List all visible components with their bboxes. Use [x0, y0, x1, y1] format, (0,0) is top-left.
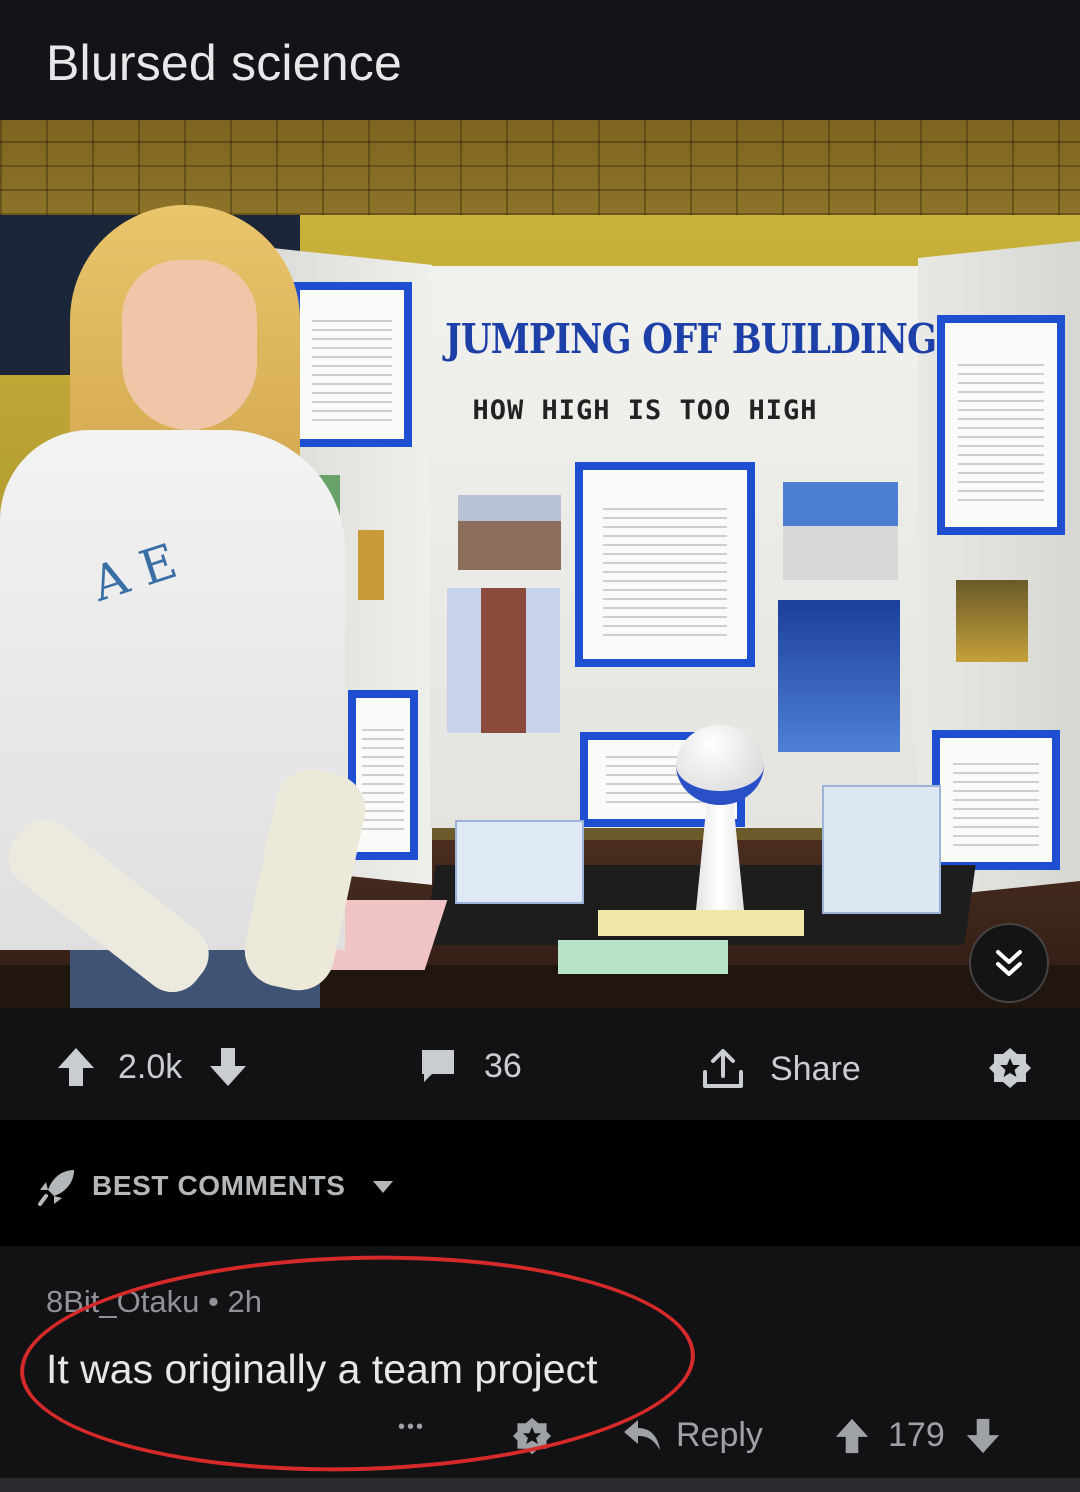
- board-subtitle: HOW HIGH IS TOO HIGH: [472, 395, 818, 426]
- sort-label: BEST COMMENTS: [92, 1170, 346, 1201]
- post-title[interactable]: Blursed science: [46, 34, 402, 92]
- jumper-photo: [783, 482, 898, 580]
- comments-button[interactable]: 36: [418, 1046, 522, 1086]
- downvote-arrow-icon[interactable]: [208, 1046, 248, 1088]
- girl-with-casts: A E: [0, 160, 372, 1008]
- award-button[interactable]: [988, 1046, 1032, 1090]
- comment-meta: 8Bit_Otaku • 2h: [46, 1284, 262, 1320]
- award-icon: [512, 1416, 552, 1456]
- reply-button[interactable]: Reply: [622, 1416, 763, 1455]
- award-icon: [988, 1046, 1032, 1090]
- post-score: 2.0k: [118, 1047, 183, 1086]
- right-panel-frame-top: [937, 315, 1065, 535]
- post-header: Blursed science: [0, 0, 1080, 120]
- green-note: [558, 940, 728, 974]
- tower-photo: [447, 588, 560, 733]
- comment-award-button[interactable]: [512, 1416, 552, 1456]
- share-label: Share: [770, 1049, 861, 1088]
- reply-arrow-icon: [622, 1418, 662, 1454]
- rocket-icon: [36, 1166, 78, 1208]
- comment-age: 2h: [227, 1284, 262, 1319]
- vote-group: 2.0k: [56, 1046, 248, 1088]
- display-box: [455, 820, 584, 904]
- post-image[interactable]: JUMPING OFF BUILDINGS HOW HIGH IS TOO HI…: [0, 120, 1080, 1008]
- small-photo: [358, 530, 384, 600]
- display-box: [822, 785, 941, 914]
- share-button[interactable]: Share: [700, 1046, 861, 1092]
- board-title: JUMPING OFF BUILDINGS: [445, 315, 962, 363]
- house-photo: [458, 495, 561, 570]
- comment: 8Bit_Otaku • 2h It was originally a team…: [0, 1246, 1080, 1492]
- small-photo: [956, 580, 1028, 662]
- please-do-not-touch-sign: [598, 910, 804, 936]
- caret-down-icon: [372, 1180, 394, 1194]
- comment-body: It was originally a team project: [46, 1346, 598, 1392]
- comment-bubble-icon: [418, 1046, 458, 1086]
- upvote-arrow-icon[interactable]: [56, 1046, 96, 1088]
- right-panel-frame-bottom: [932, 730, 1060, 870]
- water-tower-photo: [778, 600, 900, 752]
- more-options-icon: •••: [398, 1416, 426, 1438]
- bottom-divider: [0, 1478, 1080, 1492]
- comments-count: 36: [484, 1046, 522, 1085]
- upvote-arrow-icon[interactable]: [834, 1417, 870, 1455]
- comment-score: 179: [888, 1416, 945, 1454]
- comment-author[interactable]: 8Bit_Otaku: [46, 1284, 199, 1319]
- how-it-works-frame: [575, 462, 755, 667]
- collapse-button[interactable]: [969, 923, 1049, 1003]
- model-globe: [676, 725, 764, 805]
- comment-vote-group: 179: [834, 1416, 1001, 1455]
- reply-label: Reply: [676, 1416, 763, 1454]
- downvote-arrow-icon[interactable]: [965, 1417, 1001, 1455]
- double-chevron-down-icon: [990, 944, 1028, 982]
- post-action-bar: 2.0k 36 Share: [0, 1008, 1080, 1120]
- face: [122, 260, 257, 430]
- comment-more-button[interactable]: •••: [398, 1416, 425, 1439]
- comments-sort-bar[interactable]: BEST COMMENTS: [0, 1120, 1080, 1246]
- share-icon: [700, 1046, 746, 1092]
- meta-separator: •: [208, 1284, 228, 1319]
